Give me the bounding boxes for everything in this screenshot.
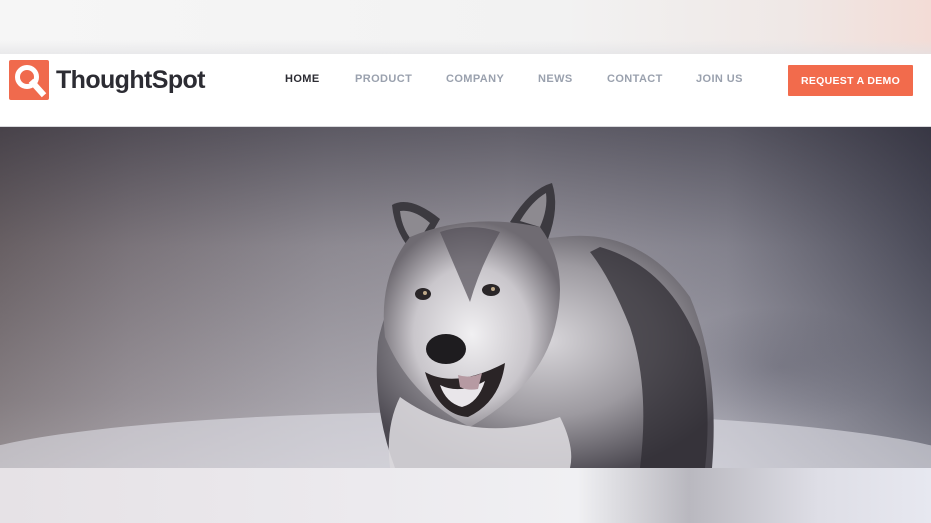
request-demo-button[interactable]: REQUEST A DEMO xyxy=(788,65,913,96)
wolf-illustration xyxy=(0,183,931,468)
nav-item-company[interactable]: COMPANY xyxy=(446,73,504,85)
nav-item-home[interactable]: HOME xyxy=(285,73,320,85)
site-header: ThoughtSpot HOME PRODUCT COMPANY NEWS CO… xyxy=(0,54,931,127)
nav-item-contact[interactable]: CONTACT xyxy=(607,73,663,85)
magnifier-logo-icon xyxy=(9,60,49,100)
blurred-top-backdrop xyxy=(0,0,931,54)
nav-item-join-us[interactable]: JOIN US xyxy=(696,73,743,85)
brand-logo[interactable]: ThoughtSpot xyxy=(9,60,206,100)
brand-name: ThoughtSpot xyxy=(56,65,206,94)
nav-item-news[interactable]: NEWS xyxy=(538,73,573,85)
hero-wolf-image xyxy=(0,127,931,468)
blurred-bottom-backdrop xyxy=(0,468,931,523)
nav-item-product[interactable]: PRODUCT xyxy=(355,73,412,85)
